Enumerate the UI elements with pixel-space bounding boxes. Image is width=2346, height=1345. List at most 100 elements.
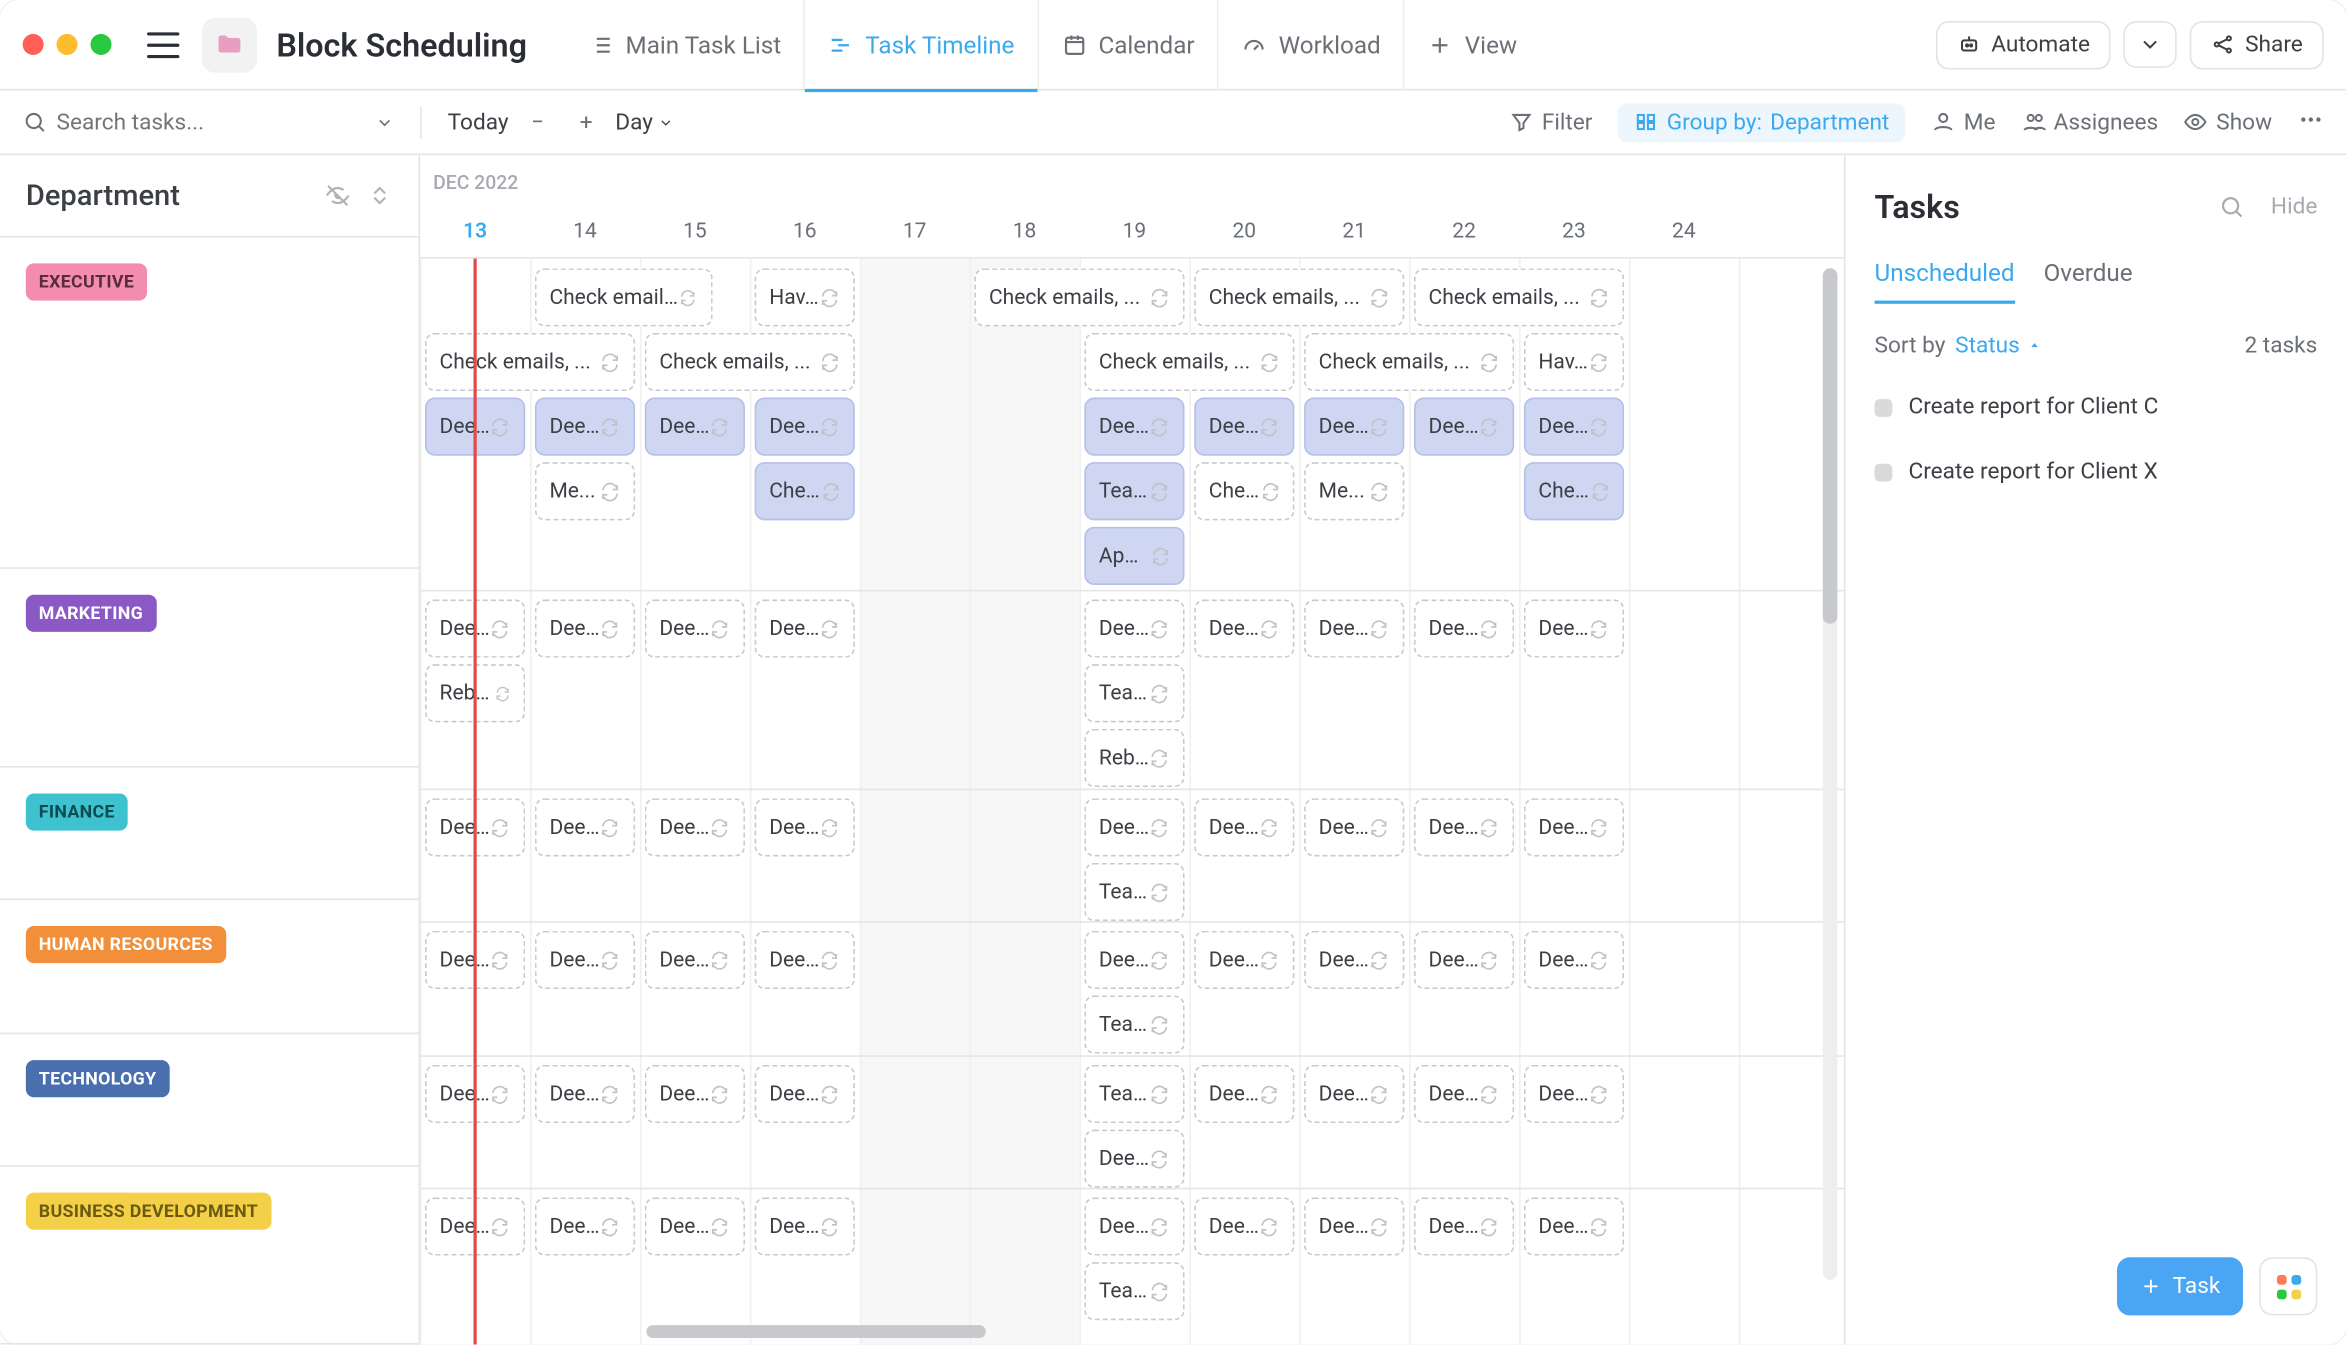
automate-dropdown[interactable] (2124, 21, 2177, 68)
timeline-task[interactable]: Dee... (1524, 931, 1624, 989)
assignees-button[interactable]: Assignees (2021, 109, 2158, 135)
timeline-task[interactable]: Dee... (1304, 1065, 1404, 1123)
day-header[interactable]: 14 (530, 220, 640, 244)
timeline-task[interactable]: Dee... (1084, 931, 1184, 989)
timeline-task[interactable]: Che... (1524, 462, 1624, 520)
timeline-task[interactable]: Dee... (535, 931, 635, 989)
search-input[interactable] (57, 109, 366, 135)
timeline-task[interactable]: Dee... (1524, 798, 1624, 856)
chevron-down-icon[interactable] (375, 112, 394, 131)
timeline-task[interactable]: Dee... (1414, 931, 1514, 989)
tab-add-view[interactable]: View (1403, 0, 1539, 90)
timeline-task[interactable]: Dee... (755, 398, 855, 456)
timeline-task[interactable]: Dee... (645, 931, 745, 989)
department-row[interactable]: MARKETING (0, 569, 419, 768)
timeline-task[interactable]: Dee... (1084, 798, 1184, 856)
timeline-task[interactable]: Tea... (1084, 995, 1184, 1053)
timeline-task[interactable]: Dee... (1304, 600, 1404, 658)
timeline-task[interactable]: Dee... (535, 1197, 635, 1255)
new-task-button[interactable]: Task (2118, 1257, 2243, 1315)
timeline-task[interactable]: Dee... (1524, 1065, 1624, 1123)
hamburger-icon[interactable] (147, 32, 179, 58)
timeline-task[interactable]: Tea... (1084, 863, 1184, 921)
timeline-task[interactable]: Dee... (1524, 600, 1624, 658)
timeline-task[interactable]: Dee... (755, 1065, 855, 1123)
timeline-task[interactable]: Dee... (1084, 398, 1184, 456)
tab-unscheduled[interactable]: Unscheduled (1875, 259, 2015, 304)
timeline-task[interactable]: Check emails, ... (425, 333, 635, 391)
timeline-task[interactable]: Check emails, ... (645, 333, 855, 391)
day-header[interactable]: 22 (1409, 220, 1519, 244)
timeline-task[interactable]: Dee... (1084, 600, 1184, 658)
filter-button[interactable]: Filter (1509, 109, 1592, 135)
timeline-task[interactable]: Dee... (645, 600, 745, 658)
timeline-task[interactable]: Dee... (1194, 798, 1294, 856)
sort-value[interactable]: Status (1955, 333, 2042, 359)
search-icon[interactable] (2219, 194, 2245, 220)
department-row[interactable]: TECHNOLOGY (0, 1034, 419, 1167)
collapse-icon[interactable] (367, 183, 393, 209)
timeline-task[interactable]: Hav... (1524, 333, 1624, 391)
timeline-task[interactable]: Dee... (1414, 798, 1514, 856)
scrollbar-vertical[interactable] (1823, 268, 1838, 1280)
timeline-task[interactable]: Dee... (535, 398, 635, 456)
timeline-task[interactable]: Dee... (1414, 600, 1514, 658)
day-header[interactable]: 18 (970, 220, 1080, 244)
day-header[interactable]: 16 (750, 220, 860, 244)
task-item[interactable]: Create report for Client X (1875, 446, 2318, 498)
timeline-task[interactable]: Tea... (1084, 1065, 1184, 1123)
timeline-task[interactable]: Check emails, ... (1084, 333, 1294, 391)
timeline-task[interactable]: Check emails, ... (1304, 333, 1514, 391)
timeline-task[interactable]: Dee... (755, 798, 855, 856)
timeline-task[interactable]: Dee... (1194, 1065, 1294, 1123)
window-minimize[interactable] (57, 34, 78, 55)
timeline-task[interactable]: Check emails, ... (535, 268, 712, 326)
page-title[interactable]: Block Scheduling (276, 25, 527, 64)
timeline-task[interactable]: Dee... (755, 1197, 855, 1255)
department-row[interactable]: HUMAN RESOURCES (0, 900, 419, 1034)
day-header[interactable]: 17 (860, 220, 970, 244)
more-icon[interactable] (2298, 106, 2324, 138)
timeline-task[interactable]: Dee... (1304, 1197, 1404, 1255)
tab-calendar[interactable]: Calendar (1037, 0, 1217, 90)
timeline-task[interactable]: Hav... (755, 268, 855, 326)
automate-button[interactable]: Automate (1936, 20, 2111, 68)
timeline-task[interactable]: Dee... (1194, 1197, 1294, 1255)
day-header[interactable]: 19 (1079, 220, 1189, 244)
timeline-task[interactable]: Check emails, ... (1414, 268, 1624, 326)
tab-workload[interactable]: Workload (1217, 0, 1403, 90)
show-button[interactable]: Show (2184, 109, 2272, 135)
timeline-task[interactable]: Dee... (1304, 931, 1404, 989)
timeline-task[interactable]: Me... (1304, 462, 1404, 520)
zoom-in-button[interactable]: + (567, 103, 606, 142)
window-close[interactable] (23, 34, 44, 55)
today-button[interactable]: Today (448, 109, 509, 135)
timeline-task[interactable]: Tea... (1084, 462, 1184, 520)
timeline-task[interactable]: Dee... (535, 600, 635, 658)
timeline-task[interactable]: Dee... (1194, 398, 1294, 456)
department-row[interactable]: BUSINESS DEVELOPMENT (0, 1167, 419, 1345)
timeline-task[interactable]: Dee... (645, 798, 745, 856)
timeline-task[interactable]: Me... (535, 462, 635, 520)
eye-off-icon[interactable] (325, 183, 351, 209)
task-item[interactable]: Create report for Client C (1875, 381, 2318, 433)
timeline-task[interactable]: Dee... (1304, 798, 1404, 856)
apps-button[interactable] (2259, 1257, 2317, 1315)
zoom-out-button[interactable]: − (518, 103, 557, 142)
day-header[interactable]: 13 (420, 220, 530, 244)
timeline-task[interactable]: Dee... (1084, 1130, 1184, 1188)
hide-button[interactable]: Hide (2271, 194, 2317, 220)
department-row[interactable]: EXECUTIVE (0, 238, 419, 569)
share-button[interactable]: Share (2190, 20, 2324, 68)
timeline-task[interactable]: Dee... (1524, 398, 1624, 456)
zoom-level-select[interactable]: Day (615, 109, 674, 135)
timeline-task[interactable]: Dee... (1194, 600, 1294, 658)
timeline-task[interactable]: App... (1084, 527, 1184, 585)
timeline-task[interactable]: Tea... (1084, 1262, 1184, 1320)
timeline-task[interactable]: Dee... (535, 1065, 635, 1123)
day-header[interactable]: 21 (1299, 220, 1409, 244)
scrollbar-horizontal[interactable] (646, 1325, 985, 1338)
folder-icon[interactable] (202, 17, 257, 72)
timeline-task[interactable]: Dee... (1304, 398, 1404, 456)
timeline-task[interactable]: Che... (1194, 462, 1294, 520)
